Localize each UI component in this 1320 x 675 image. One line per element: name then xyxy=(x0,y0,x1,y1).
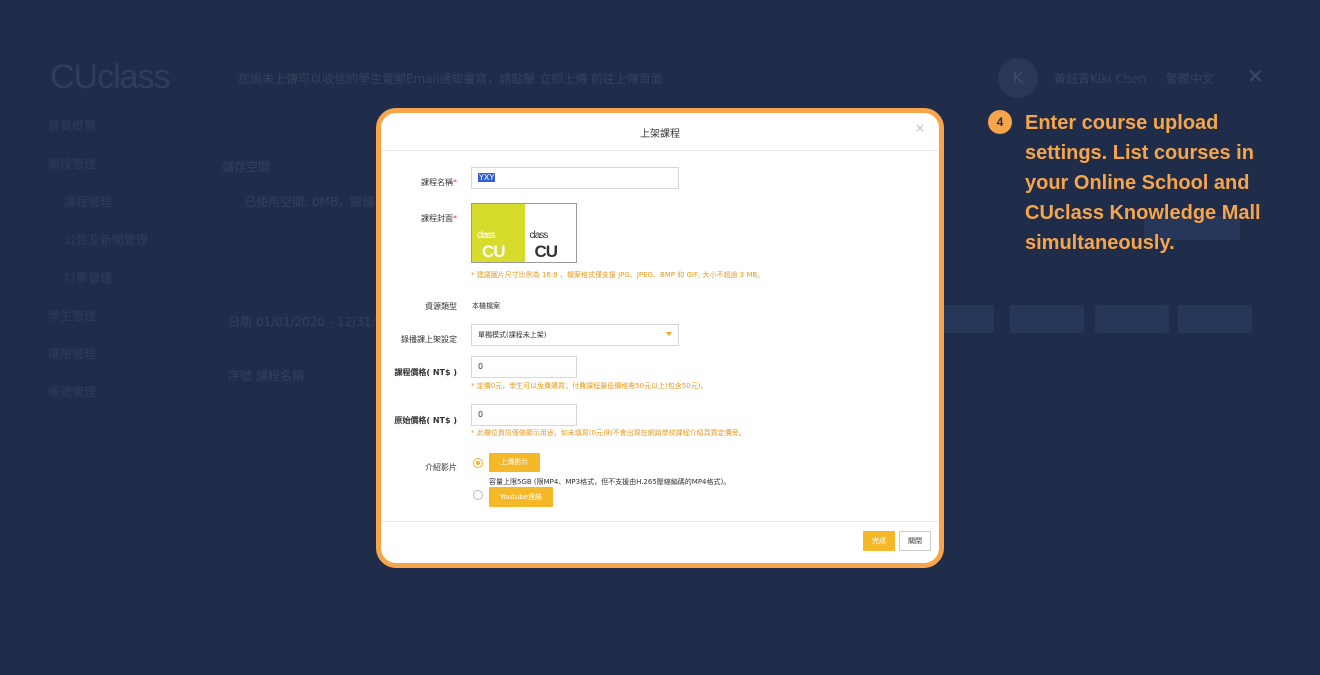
youtube-radio[interactable] xyxy=(473,490,483,500)
modal-header: 上架課程 × xyxy=(381,113,939,151)
sidebar: 首頁概覽 網校管理 課程管理 公告及新聞管理 訂單管理 學生管理 權限管理 帳號… xyxy=(48,116,148,420)
sidebar-item[interactable]: 網校管理 xyxy=(48,154,148,192)
table-header: 序號 課程名稱 xyxy=(228,369,304,383)
upload-notice: 您尚未上傳可以收信的學生電郵Email通知書寫，請點擊 立即上傳 前往上傳頁面 xyxy=(238,72,663,86)
upload-course-modal: 上架課程 × 課程名稱* YXY 課程封面* CU class CU class *… xyxy=(376,108,944,568)
chevron-down-icon xyxy=(666,332,672,336)
upload-video-radio[interactable] xyxy=(473,458,483,468)
modal-footer: 完成 關閉 xyxy=(381,521,939,563)
sidebar-item[interactable]: 首頁概覽 xyxy=(48,116,148,154)
sidebar-item[interactable]: 學生管理 xyxy=(48,306,148,344)
original-price-input[interactable]: 0 xyxy=(471,404,577,426)
sidebar-item[interactable]: 公告及新聞管理 xyxy=(48,230,148,268)
upload-video-button[interactable]: 上傳影片 xyxy=(489,453,540,472)
close-icon[interactable]: × xyxy=(915,121,925,135)
original-price-hint: * 此欄位資訊僅做顯示用途，如未填寫(0元)則不會出現在網路學校課程介紹頁買定價… xyxy=(471,429,746,437)
cover-hint: * 建議圖片尺寸比例為 16:9 ，檔案格式僅支援 JPG、JPEG、BMP 和… xyxy=(471,271,765,279)
step-number-badge: 4 xyxy=(988,110,1012,134)
user-name[interactable]: 黃鈺菁Kiki Chen xyxy=(1054,70,1146,87)
listing-select[interactable]: 單獨模式(課程未上架) xyxy=(471,324,679,346)
listing-label: 錄播課上架設定 xyxy=(401,335,457,344)
intro-video-label: 介紹影片 xyxy=(425,463,457,472)
bg-button[interactable] xyxy=(1178,305,1252,333)
sidebar-item[interactable]: 帳號管理 xyxy=(48,382,148,420)
original-price-label: 原始價格( NT$ ) xyxy=(394,416,457,425)
cover-label: 課程封面* xyxy=(421,214,457,223)
sidebar-item[interactable]: 課程管理 xyxy=(48,192,148,230)
storage-text: 已使用空間: 0MB，總儲存 xyxy=(244,195,387,209)
youtube-link-button[interactable]: Youtube連結 xyxy=(489,487,553,507)
cover-logo-left: CU class xyxy=(472,204,524,262)
upload-hint: 容量上限5GB (限MP4、MP3格式，但不支援由H.265壓縮編碼的MP4格式… xyxy=(489,478,731,486)
avatar[interactable]: K xyxy=(998,58,1038,98)
listing-value: 單獨模式(課程未上架) xyxy=(478,331,547,339)
sidebar-item[interactable]: 訂單管理 xyxy=(48,268,148,306)
close-icon[interactable]: ✕ xyxy=(1247,64,1264,88)
course-name-label: 課程名稱* xyxy=(421,178,457,187)
price-hint: * 定價0元，學生可以免費購買；付費課程最低價格需50元以上(包含50元)。 xyxy=(471,382,708,390)
step-instruction: Enter course upload settings. List cours… xyxy=(1025,112,1261,254)
resource-type-value: 本機檔案 xyxy=(472,302,500,310)
sidebar-item[interactable]: 權限管理 xyxy=(48,344,148,382)
course-name-input[interactable]: YXY xyxy=(471,167,679,189)
storage-label: 儲存空間 xyxy=(222,160,271,174)
course-cover-image[interactable]: CU class CU class xyxy=(471,203,577,263)
cuclass-logo: CUclass xyxy=(50,58,171,96)
done-button[interactable]: 完成 xyxy=(863,531,895,551)
resource-type-label: 資源類型 xyxy=(425,302,457,311)
bg-button[interactable] xyxy=(1095,305,1169,333)
price-input[interactable]: 0 xyxy=(471,356,577,378)
close-button[interactable]: 關閉 xyxy=(899,531,931,551)
price-label: 課程價格( NT$ ) xyxy=(394,368,457,377)
cover-logo-right: CU class xyxy=(523,204,576,262)
bg-button[interactable] xyxy=(1010,305,1084,333)
language-select[interactable]: 繁體中文 xyxy=(1166,70,1214,87)
modal-title: 上架課程 xyxy=(640,129,680,140)
